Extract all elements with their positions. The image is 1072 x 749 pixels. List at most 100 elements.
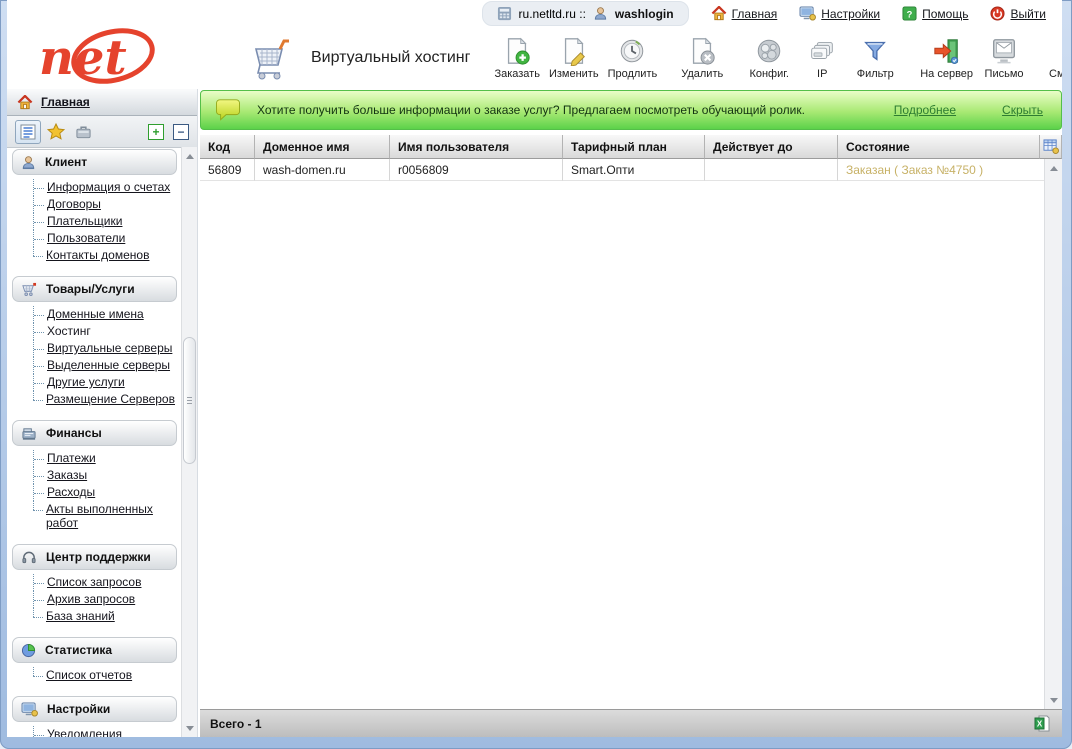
table-header: Код Доменное имя Имя пользователя Тарифн… <box>200 135 1062 159</box>
sidebar-item-domain-contacts[interactable]: Контакты доменов <box>33 247 182 264</box>
favorites-button[interactable] <box>44 121 68 143</box>
order-icon <box>502 36 532 66</box>
topbar: ru.netltd.ru :: washlogin Главная Настро… <box>7 0 1062 27</box>
sidebar-item-colocation[interactable]: Размещение Серверов <box>33 391 182 408</box>
grid-scroll-up[interactable] <box>1045 161 1062 175</box>
app-content: ru.netltd.ru :: washlogin Главная Настро… <box>7 0 1062 737</box>
grid-scrollbar[interactable] <box>1044 159 1062 709</box>
user-icon <box>593 6 608 21</box>
cell-code: 56809 <box>200 159 255 181</box>
sidebar-home-link[interactable]: Главная <box>41 95 90 109</box>
headset-icon <box>21 550 37 565</box>
sidebar-item-request-list[interactable]: Список запросов <box>33 574 182 591</box>
sidebar-item-account-info[interactable]: Информация о счетах <box>33 179 182 196</box>
cell-domain: wash-domen.ru <box>255 159 390 181</box>
section-support-header[interactable]: Центр поддержки <box>12 544 177 570</box>
host-label: ru.netltd.ru :: <box>519 7 586 21</box>
column-settings-icon[interactable] <box>1043 139 1059 154</box>
services-grid: Код Доменное имя Имя пользователя Тарифн… <box>200 135 1062 709</box>
briefcase-icon <box>75 124 92 140</box>
export-excel-button[interactable]: X <box>1034 715 1050 732</box>
toplink-settings[interactable]: Настройки <box>799 6 880 21</box>
config-button[interactable]: Конфиг. <box>747 36 791 80</box>
delete-icon <box>687 36 717 66</box>
cash-register-icon <box>21 426 37 441</box>
cell-state: Заказан ( Заказ №4750 ) <box>838 159 1045 181</box>
toplink-logout[interactable]: Выйти <box>990 6 1046 21</box>
sidebar-item-expenses[interactable]: Расходы <box>33 484 182 501</box>
col-code[interactable]: Код <box>200 135 255 159</box>
ip-cards-icon <box>807 36 837 66</box>
main-panel: Хотите получить больше информации о зака… <box>200 89 1062 737</box>
config-sphere-icon <box>754 36 784 66</box>
sidebar-item-domain-names[interactable]: Доменные имена <box>33 306 182 323</box>
svg-text:X: X <box>1037 720 1043 729</box>
ip-button[interactable]: IP <box>800 36 844 80</box>
sidebar-item-users[interactable]: Пользователи <box>33 230 182 247</box>
expand-all-button[interactable]: + <box>148 124 164 140</box>
sidebar-item-payments[interactable]: Платежи <box>33 450 182 467</box>
grid-scroll-down[interactable] <box>1045 693 1062 707</box>
menu-view-button[interactable] <box>15 120 41 144</box>
col-domain[interactable]: Доменное имя <box>255 135 390 159</box>
sidebar-item-hosting[interactable]: Хостинг <box>33 323 182 340</box>
toplink-home[interactable]: Главная <box>711 6 778 21</box>
app-window: ru.netltd.ru :: washlogin Главная Настро… <box>0 0 1072 749</box>
letter-button[interactable]: Письмо <box>982 36 1026 80</box>
sidebar-sections: Клиент Информация о счетах Договоры Плат… <box>7 147 182 737</box>
notice-bar: Хотите получить больше информации о зака… <box>200 90 1062 130</box>
section-statistics-header[interactable]: Статистика <box>12 637 177 663</box>
col-username[interactable]: Имя пользователя <box>390 135 563 159</box>
power-icon <box>990 6 1005 21</box>
account-info: ru.netltd.ru :: washlogin <box>482 1 689 26</box>
sidebar: Главная + − Клиент <box>7 89 198 737</box>
sidebar-item-orders[interactable]: Заказы <box>33 467 182 484</box>
sidebar-item-dedicated-servers[interactable]: Выделенные серверы <box>33 357 182 374</box>
sidebar-scroll-up[interactable] <box>182 149 197 163</box>
sidebar-toolbar: + − <box>7 116 197 148</box>
order-button[interactable]: Заказать <box>494 36 540 80</box>
section-settings-header[interactable]: Настройки <box>12 696 177 722</box>
cell-username: r0056809 <box>390 159 563 181</box>
col-state[interactable]: Состояние <box>838 135 1040 159</box>
section-products-header[interactable]: Товары/Услуги <box>12 276 177 302</box>
svg-text:?: ? <box>907 9 913 19</box>
briefcase-button[interactable] <box>71 121 95 143</box>
section-finance: Финансы Платежи Заказы Расходы Акты выпо… <box>7 420 182 532</box>
change-password-button[interactable]: Сменить пароль <box>1049 36 1062 80</box>
filter-button[interactable]: Фильтр <box>853 36 897 80</box>
notice-hide-link[interactable]: Скрыть <box>1002 103 1043 117</box>
delete-button[interactable]: Удалить <box>680 36 724 80</box>
sidebar-item-other-services[interactable]: Другие услуги <box>33 374 182 391</box>
table-row[interactable]: 56809 wash-domen.ru r0056809 Smart.Опти … <box>200 159 1045 181</box>
sidebar-item-request-archive[interactable]: Архив запросов <box>33 591 182 608</box>
section-finance-header[interactable]: Финансы <box>12 420 177 446</box>
sidebar-item-knowledge-base[interactable]: База знаний <box>33 608 182 625</box>
sidebar-item-work-acts[interactable]: Акты выполненных работ <box>33 501 182 532</box>
to-server-button[interactable]: На сервер <box>920 36 973 80</box>
pie-chart-icon <box>21 643 36 658</box>
sidebar-item-payers[interactable]: Плательщики <box>33 213 182 230</box>
sidebar-item-notifications[interactable]: Уведомления <box>33 726 182 737</box>
section-client-header[interactable]: Клиент <box>12 149 177 175</box>
shopping-cart-icon <box>247 35 291 81</box>
edit-button[interactable]: Изменить <box>549 36 599 80</box>
sidebar-scrollbar[interactable] <box>181 147 197 737</box>
total-label: Всего - 1 <box>210 717 262 731</box>
sidebar-scroll-down[interactable] <box>182 721 197 735</box>
header: net Виртуальный хостинг Заказать Изменит… <box>7 27 1062 89</box>
sidebar-item-contracts[interactable]: Договоры <box>33 196 182 213</box>
client-icon <box>21 155 36 170</box>
col-plan[interactable]: Тарифный план <box>563 135 705 159</box>
renew-button[interactable]: Продлить <box>608 36 658 80</box>
sidebar-scroll-thumb[interactable] <box>183 337 196 464</box>
sidebar-item-virtual-servers[interactable]: Виртуальные серверы <box>33 340 182 357</box>
notice-more-link[interactable]: Подробнее <box>894 103 956 117</box>
col-valid-until[interactable]: Действует до <box>705 135 838 159</box>
collapse-all-button[interactable]: − <box>173 124 189 140</box>
sidebar-item-report-list[interactable]: Список отчетов <box>33 667 182 684</box>
edit-icon <box>559 36 589 66</box>
panel-icon <box>497 6 512 21</box>
toplink-help[interactable]: ? Помощь <box>902 6 968 21</box>
sidebar-home: Главная <box>7 89 197 116</box>
